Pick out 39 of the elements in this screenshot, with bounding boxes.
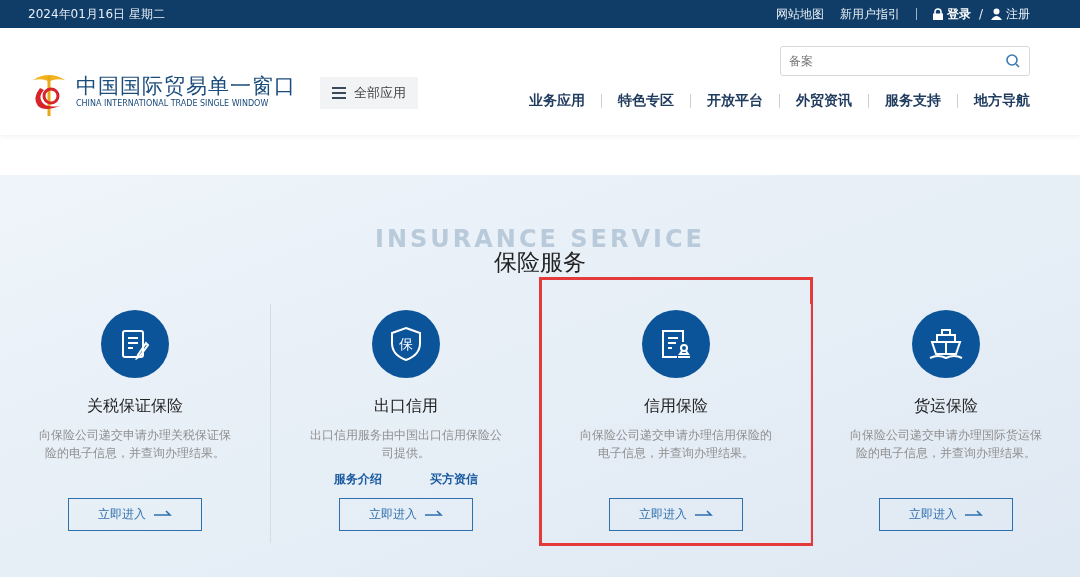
slash-text: /	[978, 6, 983, 23]
separator-bar	[915, 8, 917, 20]
user-icon	[991, 8, 1002, 20]
search-field[interactable]: 备案	[780, 46, 1030, 76]
all-apps-button[interactable]: 全部应用	[320, 76, 418, 109]
card-title: 信用保险	[643, 394, 708, 417]
card-description: 向保险公司递交申请办理国际货运保险的电子信息，并查询办理结果。	[848, 426, 1043, 462]
ship-icon	[927, 326, 964, 361]
card-link[interactable]: 服务介绍	[333, 469, 382, 490]
login-link[interactable]: 登录	[946, 5, 971, 23]
nav-link[interactable]: 外贸资讯	[796, 90, 852, 111]
nav-link[interactable]: 服务支持	[885, 90, 941, 111]
enter-button[interactable]: 立即进入	[878, 497, 1013, 531]
card-description: 出口信用服务由中国出口信用保险公司提供。	[308, 426, 503, 462]
date-text: 2024年01月16日 星期二	[28, 6, 165, 23]
brand-subtitle: CHINA INTERNATIONAL TRADE SINGLE WINDOW	[76, 98, 270, 111]
card-description: 向保险公司递交申请办理关税保证保险的电子信息，并查询办理结果。	[38, 426, 232, 462]
section-title: 保险服务	[493, 248, 587, 277]
top-link[interactable]: 网站地图	[775, 5, 824, 23]
top-link[interactable]: 新用户指引	[839, 5, 900, 23]
card-title: 关税保证保险	[87, 394, 183, 417]
card-title: 货运保险	[913, 394, 978, 417]
card-title: 出口信用	[373, 394, 438, 417]
shield-icon: 保	[388, 325, 423, 362]
nav-link[interactable]: 开放平台	[707, 90, 763, 111]
register-link[interactable]: 注册	[1006, 5, 1030, 23]
brand-title: 中国国际贸易单一窗口	[76, 74, 296, 99]
enter-button[interactable]: 立即进入	[338, 497, 473, 531]
lock-icon	[932, 8, 943, 20]
card-link[interactable]: 买方资信	[429, 469, 478, 490]
search-icon[interactable]	[1006, 54, 1020, 68]
menu-icon	[332, 86, 346, 99]
enter-button[interactable]: 立即进入	[608, 497, 743, 531]
enter-button[interactable]: 立即进入	[68, 497, 202, 531]
nav-link[interactable]: 特色专区	[618, 90, 674, 111]
document-pen-icon	[119, 327, 151, 360]
nav-link[interactable]: 地方导航	[974, 90, 1030, 111]
card-description: 向保险公司递交申请办理信用保险的电子信息，并查询办理结果。	[578, 426, 773, 462]
nav-link[interactable]: 业务应用	[529, 90, 585, 111]
